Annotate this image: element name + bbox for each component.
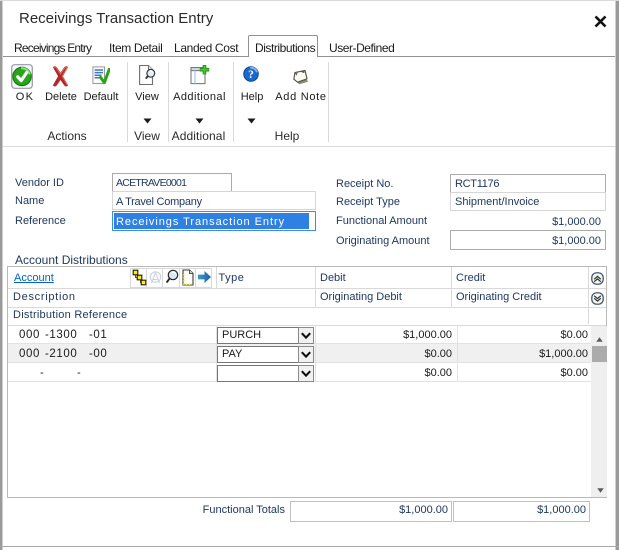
svg-text:?: ? <box>248 69 254 81</box>
